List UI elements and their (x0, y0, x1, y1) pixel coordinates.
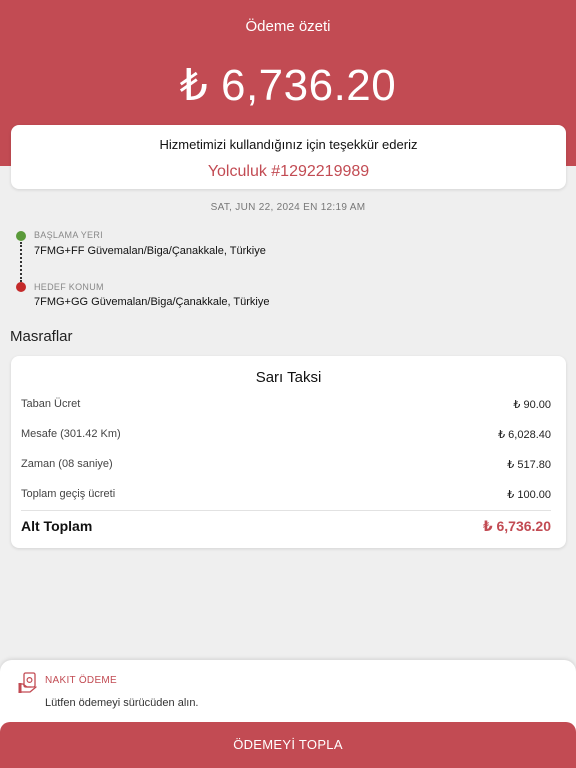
start-label: BAŞLAMA YERI (34, 230, 103, 240)
thanks-message: Hizmetimizi kullandığınız için teşekkür … (159, 137, 418, 152)
subtotal-row: Alt Toplam ₺ 6,736.20 (21, 518, 551, 540)
end-label: HEDEF KONUM (34, 282, 104, 292)
fee-row: Zaman (08 saniye) ₺ 517.80 (21, 458, 551, 476)
subtotal-value: ₺ 6,736.20 (482, 518, 551, 534)
fees-card: Sarı Taksi Taban Ücret ₺ 90.00 Mesafe (3… (11, 356, 566, 548)
collect-payment-button[interactable]: ÖDEMEYİ TOPLA (0, 722, 576, 768)
fee-label: Mesafe (301.42 Km) (21, 428, 121, 440)
subtotal-divider (21, 510, 551, 511)
fee-row: Toplam geçiş ücreti ₺ 100.00 (21, 488, 551, 506)
vehicle-type: Sarı Taksi (255, 369, 322, 386)
expenses-title: Masraflar (10, 328, 73, 345)
fee-label: Zaman (08 saniye) (21, 458, 113, 470)
end-dot-icon (16, 282, 26, 292)
cash-payment-icon (18, 672, 38, 694)
fee-value: ₺ 517.80 (507, 459, 551, 471)
fee-row: Mesafe (301.42 Km) ₺ 6,028.40 (21, 428, 551, 446)
thanks-card: Hizmetimizi kullandığınız için teşekkür … (11, 125, 566, 189)
total-amount: ₺ 6,736.20 (179, 61, 397, 110)
fee-row: Taban Ücret ₺ 90.00 (21, 398, 551, 416)
fee-label: Taban Ücret (21, 398, 81, 410)
fee-label: Toplam geçiş ücreti (21, 488, 116, 500)
route-connector (20, 242, 22, 282)
trip-date: SAT, JUN 22, 2024 EN 12:19 AM (210, 202, 366, 213)
payment-method-title: NAKIT ÖDEME (45, 675, 118, 686)
route-section: BAŞLAMA YERI 7FMG+FF Güvemalan/Biga/Çana… (16, 228, 556, 314)
fee-value: ₺ 6,028.40 (498, 429, 551, 441)
fee-value: ₺ 100.00 (507, 489, 551, 501)
page-title: Ödeme özeti (245, 18, 331, 35)
subtotal-label: Alt Toplam (21, 518, 93, 534)
end-address: 7FMG+GG Güvemalan/Biga/Çanakkale, Türkiy… (34, 296, 270, 308)
payment-method-desc: Lütfen ödemeyi sürücüden alın. (45, 697, 199, 709)
start-dot-icon (16, 231, 26, 241)
start-address: 7FMG+FF Güvemalan/Biga/Çanakkale, Türkiy… (34, 245, 266, 257)
fee-value: ₺ 90.00 (513, 399, 551, 411)
trip-id: Yolculuk #1292219989 (207, 163, 370, 180)
